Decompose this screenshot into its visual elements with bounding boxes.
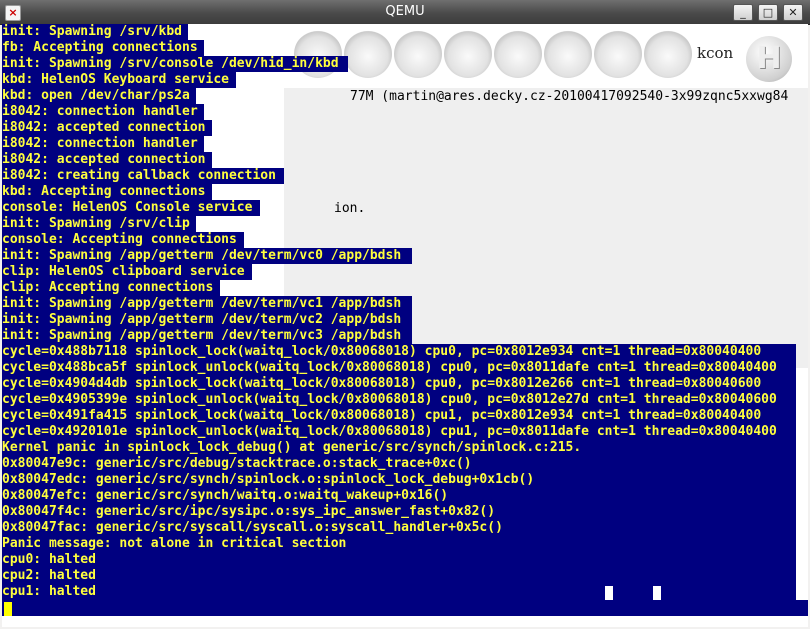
console-line: console: Accepting connections xyxy=(2,232,244,248)
console-line: 0x80047e9c: generic/src/debug/stacktrace… xyxy=(2,456,796,472)
console-line: fb: Accepting connections xyxy=(2,40,204,56)
console-line: Kernel panic in spinlock_lock_debug() at… xyxy=(2,440,796,456)
console-line: init: Spawning /app/getterm /dev/term/vc… xyxy=(2,312,412,328)
banner-ring xyxy=(494,30,542,78)
console-line: cycle=0x4920101e spinlock_unlock(waitq_l… xyxy=(2,424,796,440)
console-line: kbd: open /dev/char/ps2a xyxy=(2,88,196,104)
banner-ring xyxy=(444,30,492,78)
console-line: i8042: accepted connection xyxy=(2,120,212,136)
console-line: cycle=0x4904d4db spinlock_lock(waitq_loc… xyxy=(2,376,796,392)
title-bar[interactable]: × QEMU _ □ ✕ xyxy=(0,0,810,25)
console-line: 0x80047f4c: generic/src/ipc/sysipc.o:sys… xyxy=(2,504,796,520)
console-line: clip: Accepting connections xyxy=(2,280,220,296)
console-line: cycle=0x4905399e spinlock_unlock(waitq_l… xyxy=(2,392,796,408)
console-line: Panic message: not alone in critical sec… xyxy=(2,536,796,552)
console-line: init: Spawning /app/getterm /dev/term/vc… xyxy=(2,328,412,344)
console-line: 0x80047efc: generic/src/synch/waitq.o:wa… xyxy=(2,488,796,504)
minimize-button[interactable]: _ xyxy=(733,4,753,21)
helenos-logo: H xyxy=(746,36,792,82)
console-artifact xyxy=(653,586,661,600)
console-line: cycle=0x491fa415 spinlock_lock(waitq_loc… xyxy=(2,408,796,424)
banner-ring xyxy=(394,30,442,78)
window-title: QEMU xyxy=(385,4,425,19)
console-line: init: Spawning /app/getterm /dev/term/vc… xyxy=(2,296,412,312)
console-line: i8042: creating callback connection xyxy=(2,168,284,184)
version-text: 77M (martin@ares.decky.cz-20100417092540… xyxy=(350,89,789,104)
banner-ring xyxy=(644,30,692,78)
console-line: 0x80047fac: generic/src/syscall/syscall.… xyxy=(2,520,796,536)
banner-ring xyxy=(594,30,642,78)
console-line: init: Spawning /srv/console /dev/hid_in/… xyxy=(2,56,348,72)
console-line: init: Spawning /srv/clip xyxy=(2,216,196,232)
console-bottom-bar xyxy=(2,600,808,616)
console-line: i8042: connection handler xyxy=(2,104,204,120)
guest-screen[interactable]: kcon H 77M (martin@ares.decky.cz-2010041… xyxy=(2,24,808,627)
console-line: i8042: accepted connection xyxy=(2,152,212,168)
banner-ring xyxy=(544,30,592,78)
console-line: cpu1: halted xyxy=(2,584,796,600)
text-cursor xyxy=(4,602,12,616)
close-button[interactable]: ✕ xyxy=(783,4,803,21)
console-line: kbd: HelenOS Keyboard service xyxy=(2,72,236,88)
console-line: init: Spawning /srv/kbd xyxy=(2,24,188,40)
console-line: cpu0: halted xyxy=(2,552,796,568)
background-fragment: ion. xyxy=(334,201,366,216)
console-line: console: HelenOS Console service xyxy=(2,200,260,216)
console-line: i8042: connection handler xyxy=(2,136,204,152)
console-line: cpu2: halted xyxy=(2,568,796,584)
helenos-banner: kcon H xyxy=(284,24,808,88)
console-line: init: Spawning /app/getterm /dev/term/vc… xyxy=(2,248,412,264)
console-line: clip: HelenOS clipboard service xyxy=(2,264,252,280)
kcon-label: kcon xyxy=(697,44,734,62)
console-artifact xyxy=(605,586,613,600)
console-line: cycle=0x488b7118 spinlock_lock(waitq_loc… xyxy=(2,344,796,360)
console-line: kbd: Accepting connections xyxy=(2,184,212,200)
maximize-button[interactable]: □ xyxy=(758,4,778,21)
console-line: 0x80047edc: generic/src/synch/spinlock.o… xyxy=(2,472,796,488)
qemu-window: × QEMU _ □ ✕ kcon H 77M (martin@ares.dec… xyxy=(0,0,810,629)
console-line: cycle=0x488bca5f spinlock_unlock(waitq_l… xyxy=(2,360,796,376)
banner-ring xyxy=(344,30,392,78)
